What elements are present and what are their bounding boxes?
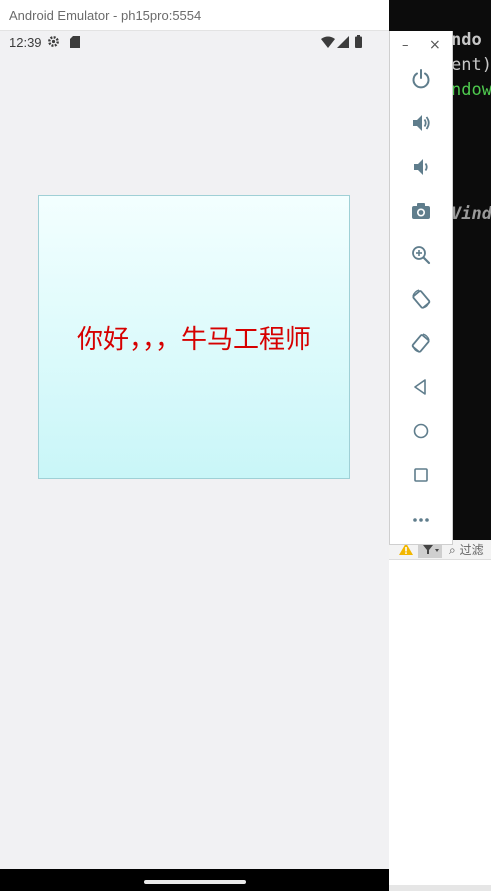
panel-statusbar — [389, 885, 491, 891]
sd-card-icon — [70, 36, 80, 48]
rotate-right-button[interactable] — [406, 328, 436, 358]
volume-down-button[interactable] — [406, 152, 436, 182]
back-button[interactable] — [406, 372, 436, 402]
desktop: ndo ent) ndow Vind ⌕ 过滤 Android Emulator… — [0, 0, 491, 891]
status-time: 12:39 — [9, 35, 42, 50]
overview-button[interactable] — [406, 460, 436, 490]
zoom-button[interactable] — [406, 240, 436, 270]
battery-icon — [355, 35, 362, 48]
minimize-button[interactable]: – — [402, 38, 409, 53]
background-panel — [389, 540, 491, 891]
home-button[interactable] — [406, 416, 436, 446]
volume-up-icon — [413, 115, 430, 131]
rotate-left-icon — [412, 289, 431, 309]
cell-signal-icon — [337, 36, 349, 48]
gesture-handle[interactable] — [144, 880, 246, 884]
greeting-text: 你好，，，牛马工程师 — [76, 324, 311, 355]
device-screen[interactable]: 12:39 你好，，，牛马工程师 — [0, 31, 389, 869]
filter-placeholder: 过滤 — [459, 543, 484, 557]
terminal-line: ndow — [451, 80, 491, 100]
search-icon: ⌕ — [449, 543, 456, 557]
terminal-line: ent) — [451, 55, 491, 75]
terminal-line: ndo — [451, 30, 482, 50]
camera-icon — [412, 203, 430, 219]
background-terminal-strip — [389, 0, 453, 31]
home-icon — [413, 423, 429, 439]
terminal-line: Vind — [451, 204, 491, 224]
filter-input[interactable]: ⌕ 过滤 — [449, 541, 484, 558]
greeting-card: 你好，，，牛马工程师 — [38, 195, 350, 479]
emulator-window: Android Emulator - ph15pro:5554 12:39 你好… — [0, 0, 389, 891]
zoom-icon — [412, 246, 431, 265]
rotate-right-icon — [411, 333, 430, 353]
settings-gear-icon — [48, 36, 59, 47]
window-title: Android Emulator - ph15pro:5554 — [9, 8, 202, 23]
volume-up-button[interactable] — [406, 108, 436, 138]
back-icon — [414, 379, 426, 395]
power-button[interactable] — [406, 64, 436, 94]
close-button[interactable]: × — [429, 37, 441, 53]
power-icon — [412, 69, 430, 89]
rotate-left-button[interactable] — [406, 284, 436, 314]
volume-down-icon — [414, 159, 428, 175]
toolbar-header: – × — [390, 31, 452, 61]
emulator-toolbar: – × — [389, 31, 453, 545]
screenshot-button[interactable] — [406, 196, 436, 226]
more-icon — [413, 518, 429, 522]
overview-icon — [414, 468, 428, 482]
wifi-icon — [321, 36, 335, 48]
window-titlebar[interactable]: Android Emulator - ph15pro:5554 — [0, 0, 389, 31]
more-button[interactable] — [406, 504, 436, 534]
